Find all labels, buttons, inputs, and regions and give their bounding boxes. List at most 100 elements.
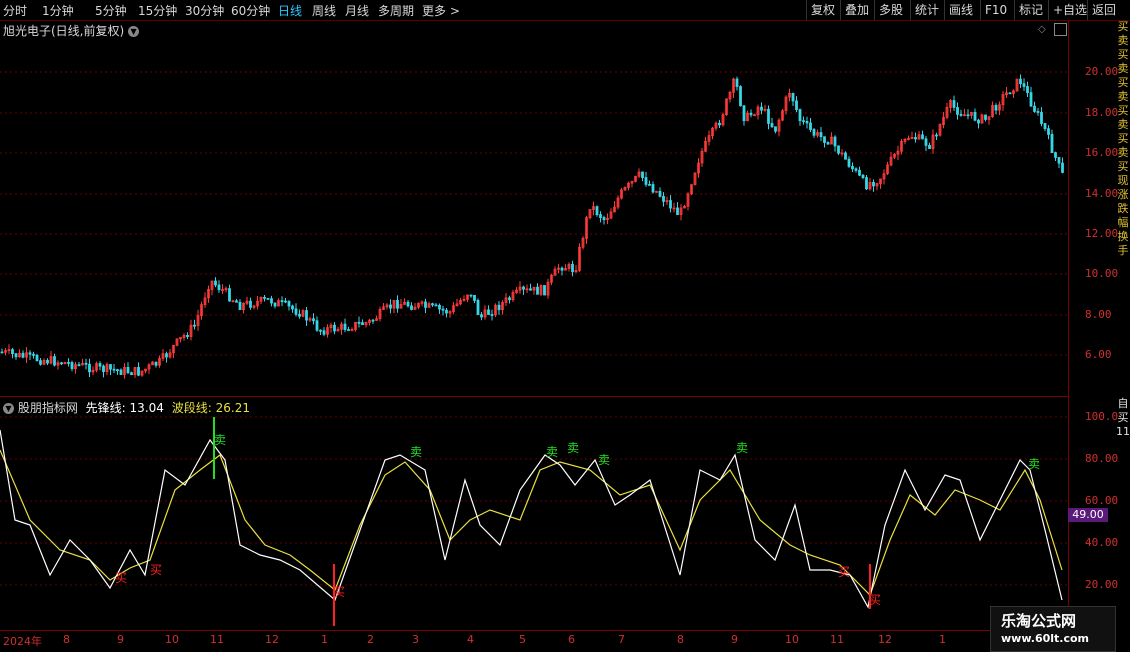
period-tab-daily[interactable]: 日线 bbox=[278, 2, 302, 19]
candle-body bbox=[956, 107, 959, 115]
line1-value: 13.04 bbox=[129, 401, 164, 415]
candle-body bbox=[116, 369, 119, 372]
statistics-button[interactable]: 统计 bbox=[910, 0, 943, 20]
f10-button[interactable]: F10 bbox=[980, 0, 1011, 20]
candle-body bbox=[28, 352, 32, 355]
candle-body bbox=[1019, 78, 1022, 85]
period-tab-fenshi[interactable]: 分时 bbox=[3, 2, 27, 19]
panel-divider bbox=[0, 396, 1068, 397]
candle-body bbox=[770, 123, 774, 128]
candle-body bbox=[53, 356, 56, 366]
watermark-title: 乐淘公式网 bbox=[1001, 612, 1077, 630]
candle-body bbox=[560, 267, 564, 271]
mark-button[interactable]: 标记 bbox=[1014, 0, 1047, 20]
chart-canvas[interactable]: 卖卖卖卖卖卖卖买买买买买 bbox=[0, 20, 1068, 630]
candle-body bbox=[11, 349, 14, 355]
candle-body bbox=[1036, 111, 1040, 113]
overlay-button[interactable]: 叠加 bbox=[840, 0, 873, 20]
period-tab-5min[interactable]: 5分钟 bbox=[95, 2, 127, 19]
right-info-strip-lower[interactable]: 自买1111111 bbox=[1116, 397, 1130, 630]
candle-body bbox=[977, 119, 980, 124]
right-info-strip[interactable]: 买卖买卖买卖买卖买卖买现涨跌幅换手 bbox=[1116, 20, 1130, 396]
sell-signal-label: 卖 bbox=[1028, 457, 1040, 471]
candle-body bbox=[966, 114, 970, 117]
candle-body bbox=[291, 305, 294, 310]
date-tick: 3 bbox=[412, 633, 419, 646]
candle-body bbox=[186, 334, 189, 337]
price-tick: 6.00 bbox=[1085, 348, 1112, 361]
indicator-tick: 80.00 bbox=[1085, 452, 1119, 465]
candle-body bbox=[858, 169, 861, 176]
candle-body bbox=[644, 177, 648, 185]
candle-body bbox=[994, 105, 998, 111]
candle-body bbox=[490, 314, 494, 316]
line2-value: 26.21 bbox=[215, 401, 250, 415]
candle-body bbox=[522, 286, 525, 290]
period-tab-30min[interactable]: 30分钟 bbox=[185, 2, 224, 19]
candle-body bbox=[802, 120, 805, 123]
candle-body bbox=[294, 308, 298, 315]
candle-body bbox=[742, 105, 746, 122]
candle-body bbox=[924, 138, 928, 146]
candle-body bbox=[441, 308, 445, 311]
indicator-tick: 60.00 bbox=[1085, 494, 1119, 507]
current-value-badge: 49.00 bbox=[1068, 508, 1108, 522]
date-tick: 8 bbox=[63, 633, 70, 646]
sell-signal-label: 卖 bbox=[214, 433, 226, 447]
price-tick: 16.00 bbox=[1085, 146, 1119, 159]
date-tick: 7 bbox=[618, 633, 625, 646]
candle-body bbox=[1061, 162, 1064, 173]
candle-body bbox=[651, 184, 655, 193]
price-axis-line bbox=[1068, 20, 1069, 630]
price-tick: 12.00 bbox=[1085, 227, 1119, 240]
candle-body bbox=[266, 298, 270, 300]
candle-body bbox=[543, 285, 546, 296]
candle-body bbox=[1054, 152, 1057, 158]
period-toolbar: 分时 1分钟 5分钟 15分钟 30分钟 60分钟 日线 周线 月线 多周期 更… bbox=[0, 0, 1130, 21]
candle-body bbox=[361, 322, 364, 326]
candle-body bbox=[529, 288, 532, 291]
candle-body bbox=[287, 301, 291, 307]
candle-body bbox=[67, 361, 70, 364]
price-tick: 8.00 bbox=[1085, 308, 1112, 321]
candle-body bbox=[844, 152, 847, 160]
period-tab-60min[interactable]: 60分钟 bbox=[231, 2, 270, 19]
back-button[interactable]: 返回 bbox=[1087, 0, 1120, 20]
date-tick: 11 bbox=[830, 633, 844, 646]
candle-body bbox=[98, 363, 102, 367]
chevron-down-icon[interactable]: ▼ bbox=[3, 403, 14, 414]
candle-body bbox=[791, 93, 795, 102]
candle-body bbox=[406, 301, 410, 307]
candle-body bbox=[1029, 92, 1033, 107]
candle-body bbox=[46, 359, 49, 364]
period-tab-more[interactable]: 更多 > bbox=[422, 2, 460, 19]
add-favorite-button[interactable]: +自选 bbox=[1048, 0, 1091, 20]
candle-body bbox=[805, 121, 809, 124]
period-tab-monthly[interactable]: 月线 bbox=[345, 2, 369, 19]
price-tick: 10.00 bbox=[1085, 267, 1119, 280]
candle-body bbox=[410, 305, 413, 310]
candle-body bbox=[238, 301, 242, 310]
restore-rights-button[interactable]: 复权 bbox=[806, 0, 839, 20]
candle-body bbox=[480, 314, 483, 318]
draw-line-button[interactable]: 画线 bbox=[944, 0, 977, 20]
date-tick: 12 bbox=[265, 633, 279, 646]
candle-body bbox=[819, 132, 823, 138]
candle-body bbox=[1057, 157, 1061, 164]
buy-signal-label: 买 bbox=[869, 593, 881, 607]
period-tab-15min[interactable]: 15分钟 bbox=[138, 2, 177, 19]
candle-body bbox=[536, 286, 539, 295]
candle-body bbox=[343, 323, 347, 330]
period-tab-1min[interactable]: 1分钟 bbox=[42, 2, 74, 19]
date-tick: 12 bbox=[878, 633, 892, 646]
candle-body bbox=[298, 313, 301, 317]
multi-stock-button[interactable]: 多股 bbox=[874, 0, 907, 20]
period-tab-multi[interactable]: 多周期 bbox=[378, 2, 414, 19]
date-tick: 6 bbox=[568, 633, 575, 646]
candle-body bbox=[424, 301, 427, 308]
candle-body bbox=[1026, 86, 1029, 94]
period-tab-weekly[interactable]: 周线 bbox=[312, 2, 336, 19]
pioneer-line bbox=[0, 429, 1063, 609]
candle-body bbox=[872, 182, 875, 187]
date-tick: 1 bbox=[939, 633, 946, 646]
